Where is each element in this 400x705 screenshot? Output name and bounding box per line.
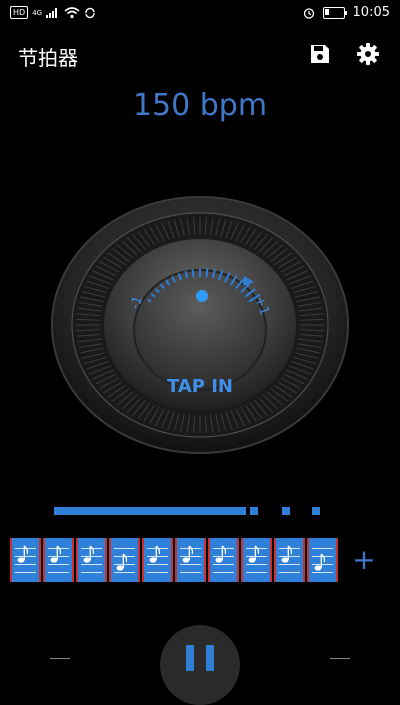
app-bar: 节拍器	[0, 30, 400, 78]
play-pause-button[interactable]	[160, 625, 240, 705]
note-cell[interactable]	[274, 538, 305, 582]
note-icon	[314, 553, 326, 571]
beat-progress-bar	[54, 507, 246, 515]
alarm-icon	[303, 7, 314, 19]
hd-badge: HD	[10, 6, 29, 19]
status-bar: HD 4G 10:05	[0, 0, 400, 28]
status-time: 10:05	[352, 5, 390, 20]
note-icon	[149, 545, 161, 563]
beat-dot	[282, 507, 290, 515]
dial-indicator-icon	[196, 290, 208, 302]
note-icon	[116, 553, 128, 571]
note-cell[interactable]	[10, 538, 41, 582]
note-icon	[248, 545, 260, 563]
pause-icon-bar	[206, 645, 214, 671]
tempo-dial[interactable]: -1 +1 TAP IN	[50, 190, 350, 470]
note-cell[interactable]	[43, 538, 74, 582]
add-note-button[interactable]: +	[350, 542, 378, 576]
beat-dot	[250, 507, 258, 515]
note-cell[interactable]	[109, 538, 140, 582]
beat-dot	[312, 507, 320, 515]
battery-icon	[322, 6, 347, 19]
pause-icon	[186, 645, 194, 671]
bottom-divider-right	[330, 658, 350, 659]
note-icon	[182, 545, 194, 563]
note-cell[interactable]	[307, 538, 338, 582]
note-sequence	[10, 538, 338, 582]
note-cell[interactable]	[208, 538, 239, 582]
note-cell[interactable]	[241, 538, 272, 582]
wifi-icon	[64, 6, 80, 18]
gear-icon	[357, 43, 379, 65]
tap-in-label[interactable]: TAP IN	[167, 376, 233, 397]
note-icon	[215, 545, 227, 563]
note-icon	[50, 545, 62, 563]
status-right: 10:05	[303, 5, 390, 20]
note-cell[interactable]	[175, 538, 206, 582]
note-icon	[17, 545, 29, 563]
signal-label: 4G	[32, 8, 43, 17]
save-icon	[311, 45, 329, 63]
settings-button[interactable]	[354, 40, 382, 68]
status-left: HD 4G	[10, 6, 96, 19]
sync-icon	[85, 7, 95, 18]
save-button[interactable]	[306, 40, 334, 68]
note-cell[interactable]	[76, 538, 107, 582]
page-title: 节拍器	[18, 46, 78, 70]
bottom-divider-left	[50, 658, 70, 659]
note-cell[interactable]	[142, 538, 173, 582]
note-icon	[83, 545, 95, 563]
bpm-display: 150 bpm	[132, 88, 268, 123]
note-icon	[281, 545, 293, 563]
beat-indicator	[54, 507, 354, 517]
signal-icon	[46, 7, 58, 18]
